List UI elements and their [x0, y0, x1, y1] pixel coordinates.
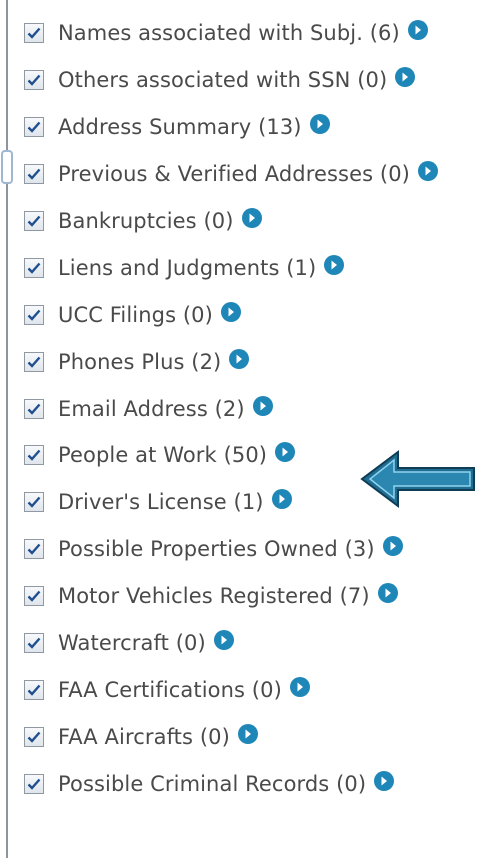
- section-checkbox[interactable]: [24, 679, 44, 700]
- section-checkbox[interactable]: [24, 586, 44, 607]
- section-label[interactable]: FAA Aircrafts (0): [58, 725, 230, 749]
- section-label[interactable]: Watercraft (0): [58, 631, 206, 655]
- section-checkbox[interactable]: [24, 726, 44, 747]
- section-label[interactable]: Possible Properties Owned (3): [58, 537, 375, 561]
- section-label[interactable]: Motor Vehicles Registered (7): [58, 584, 370, 608]
- section-label[interactable]: UCC Filings (0): [58, 303, 213, 327]
- report-section-row: Possible Criminal Records (0): [24, 760, 479, 807]
- report-section-row: Bankruptcies (0): [24, 198, 479, 245]
- go-arrow-icon[interactable]: [382, 536, 403, 557]
- go-arrow-icon[interactable]: [252, 395, 273, 416]
- report-section-row: Watercraft (0): [24, 620, 479, 667]
- go-arrow-icon[interactable]: [417, 161, 438, 182]
- go-arrow-icon[interactable]: [289, 676, 310, 697]
- report-section-row: Names associated with Subj. (6): [24, 10, 479, 57]
- go-arrow-icon[interactable]: [324, 254, 345, 275]
- checkbox-checked-icon: [27, 215, 41, 227]
- report-section-row: Others associated with SSN (0): [24, 57, 479, 104]
- section-checkbox[interactable]: [24, 445, 44, 466]
- go-arrow-icon[interactable]: [374, 770, 395, 791]
- report-section-row: Phones Plus (2): [24, 338, 479, 385]
- go-arrow-icon[interactable]: [237, 723, 258, 744]
- report-section-row: UCC Filings (0): [24, 291, 479, 338]
- checkbox-checked-icon: [27, 778, 41, 790]
- checkbox-checked-icon: [27, 168, 41, 180]
- checkbox-checked-icon: [27, 543, 41, 555]
- checkbox-checked-icon: [27, 637, 41, 649]
- section-checkbox[interactable]: [24, 539, 44, 560]
- checkbox-checked-icon: [27, 403, 41, 415]
- checkbox-checked-icon: [27, 450, 41, 462]
- report-section-row: Previous & Verified Addresses (0): [24, 151, 479, 198]
- section-checkbox[interactable]: [24, 117, 44, 138]
- section-label[interactable]: Email Address (2): [58, 397, 245, 421]
- report-section-row: Liens and Judgments (1): [24, 244, 479, 291]
- report-section-row: FAA Aircrafts (0): [24, 713, 479, 760]
- checkbox-checked-icon: [27, 262, 41, 274]
- section-label[interactable]: Names associated with Subj. (6): [58, 21, 400, 45]
- go-arrow-icon[interactable]: [271, 489, 292, 510]
- section-label[interactable]: Bankruptcies (0): [58, 209, 234, 233]
- section-checkbox[interactable]: [24, 398, 44, 419]
- report-section-row: Address Summary (13): [24, 104, 479, 151]
- report-section-row: FAA Certifications (0): [24, 666, 479, 713]
- section-label[interactable]: People at Work (50): [58, 443, 267, 467]
- checkbox-checked-icon: [27, 28, 41, 40]
- checkbox-checked-icon: [27, 497, 41, 509]
- checkbox-checked-icon: [27, 684, 41, 696]
- checkbox-checked-icon: [27, 309, 41, 321]
- section-label[interactable]: Previous & Verified Addresses (0): [58, 162, 410, 186]
- section-checkbox[interactable]: [24, 211, 44, 231]
- section-label[interactable]: Possible Criminal Records (0): [58, 772, 366, 796]
- report-section-list: Names associated with Subj. (6) Others as…: [24, 10, 479, 807]
- section-label[interactable]: Driver's License (1): [58, 490, 264, 514]
- go-arrow-icon[interactable]: [377, 583, 398, 604]
- section-checkbox[interactable]: [24, 23, 44, 44]
- go-arrow-icon[interactable]: [275, 442, 296, 463]
- panel-border: [6, 0, 8, 858]
- go-arrow-icon[interactable]: [241, 208, 262, 228]
- checkbox-checked-icon: [27, 356, 41, 368]
- section-checkbox[interactable]: [24, 164, 44, 185]
- section-checkbox[interactable]: [24, 351, 44, 372]
- section-label[interactable]: FAA Certifications (0): [58, 678, 282, 702]
- report-section-row: Motor Vehicles Registered (7): [24, 573, 479, 620]
- report-section-row: Possible Properties Owned (3): [24, 526, 479, 573]
- section-label[interactable]: Liens and Judgments (1): [58, 256, 316, 280]
- section-checkbox[interactable]: [24, 304, 44, 325]
- section-checkbox[interactable]: [24, 70, 44, 91]
- go-arrow-icon[interactable]: [309, 114, 330, 135]
- section-checkbox[interactable]: [24, 257, 44, 278]
- checkbox-checked-icon: [27, 590, 41, 602]
- go-arrow-icon[interactable]: [395, 67, 416, 88]
- section-label[interactable]: Others associated with SSN (0): [58, 68, 387, 92]
- section-checkbox[interactable]: [24, 492, 44, 513]
- go-arrow-icon[interactable]: [229, 348, 250, 369]
- report-section-row: Email Address (2): [24, 385, 479, 432]
- checkbox-checked-icon: [27, 121, 41, 133]
- section-label[interactable]: Phones Plus (2): [58, 350, 221, 374]
- go-arrow-icon[interactable]: [407, 20, 428, 41]
- checkbox-checked-icon: [27, 75, 41, 87]
- go-arrow-icon[interactable]: [213, 630, 234, 651]
- section-label[interactable]: Address Summary (13): [58, 115, 302, 139]
- left-arrow-icon: [360, 450, 475, 508]
- report-section-panel: Names associated with Subj. (6) Others as…: [0, 0, 479, 858]
- section-checkbox[interactable]: [24, 633, 44, 654]
- checkbox-checked-icon: [27, 731, 41, 743]
- section-checkbox[interactable]: [24, 773, 44, 794]
- panel-splitter-handle[interactable]: [1, 150, 13, 184]
- go-arrow-icon[interactable]: [220, 301, 241, 322]
